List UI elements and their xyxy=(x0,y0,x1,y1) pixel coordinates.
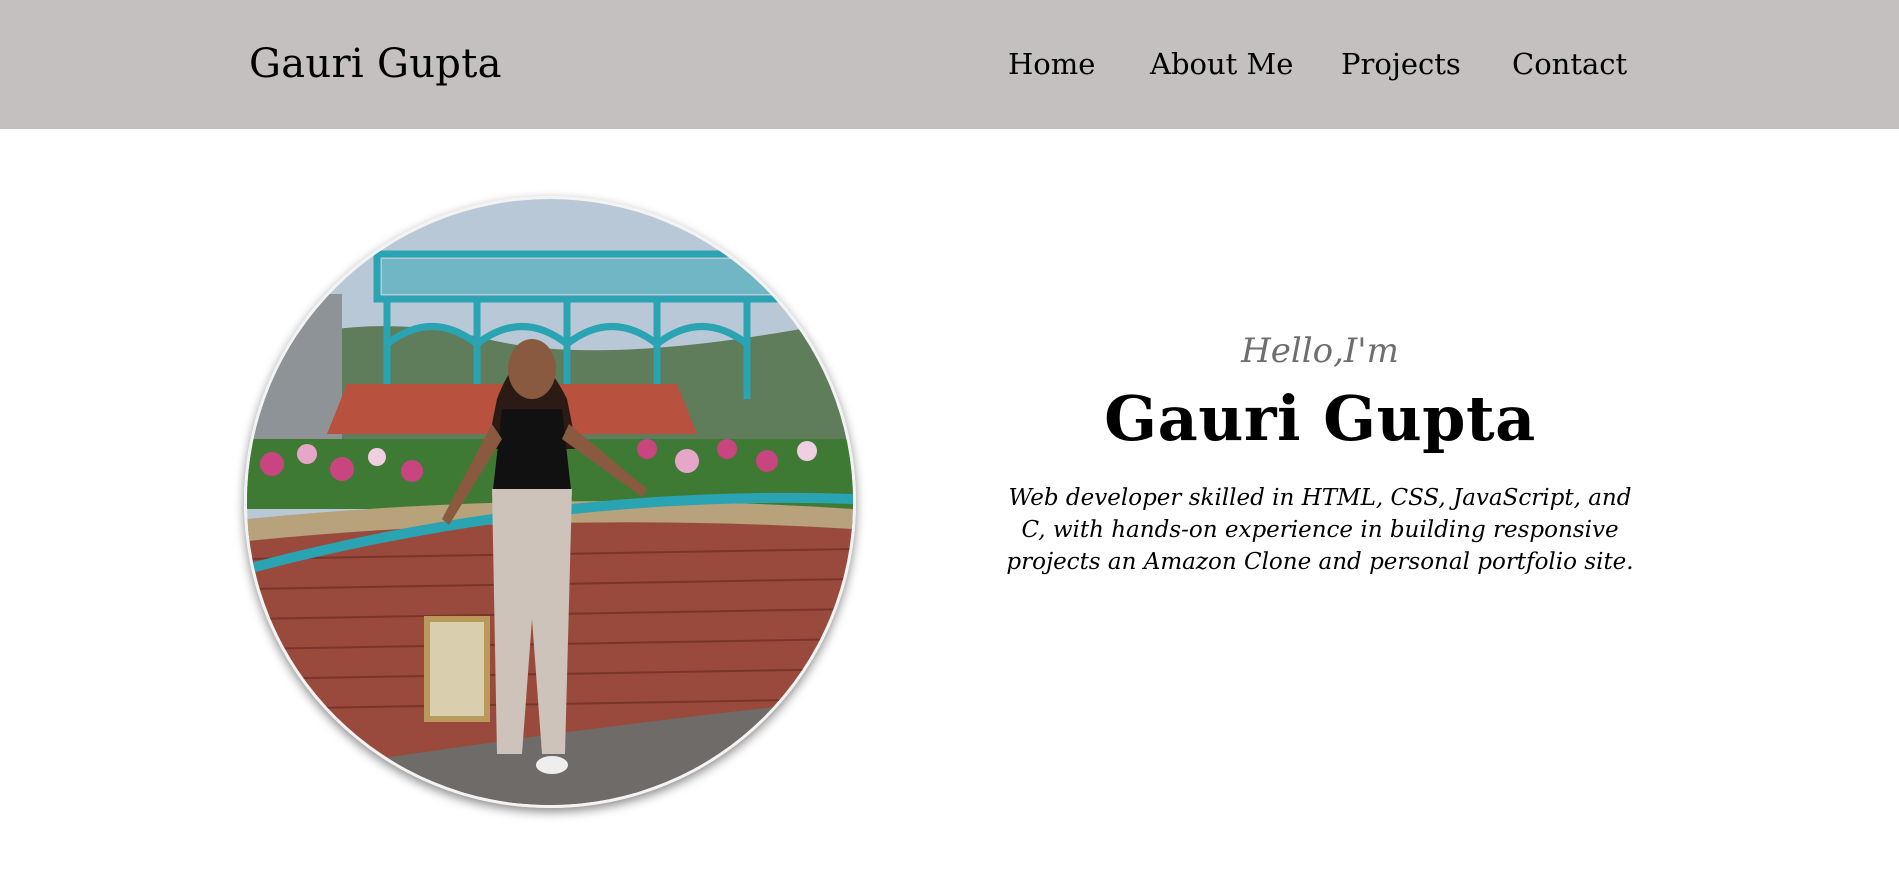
nav-link-contact[interactable]: Contact xyxy=(1512,46,1627,82)
hero-name: Gauri Gupta xyxy=(1104,382,1536,455)
hero-greeting: Hello,I'm xyxy=(1241,331,1399,371)
top-navbar: Gauri Gupta Home About Me Projects Conta… xyxy=(0,0,1899,129)
photo-pergola-lattice xyxy=(382,259,812,294)
hero-bio: Web developer skilled in HTML, CSS, Java… xyxy=(1006,485,1634,575)
photo-grey-wall xyxy=(247,294,342,454)
nav-link-home[interactable]: Home xyxy=(1008,46,1095,82)
site-brand[interactable]: Gauri Gupta xyxy=(249,40,502,88)
profile-photo-illustration xyxy=(247,199,853,805)
photo-wall-window xyxy=(424,616,490,722)
nav-link-projects[interactable]: Projects xyxy=(1341,46,1461,82)
hero-intro: Hello,I'm Gauri Gupta Web developer skil… xyxy=(990,330,1650,578)
nav-link-about-me[interactable]: About Me xyxy=(1150,46,1293,82)
profile-photo xyxy=(244,196,856,808)
